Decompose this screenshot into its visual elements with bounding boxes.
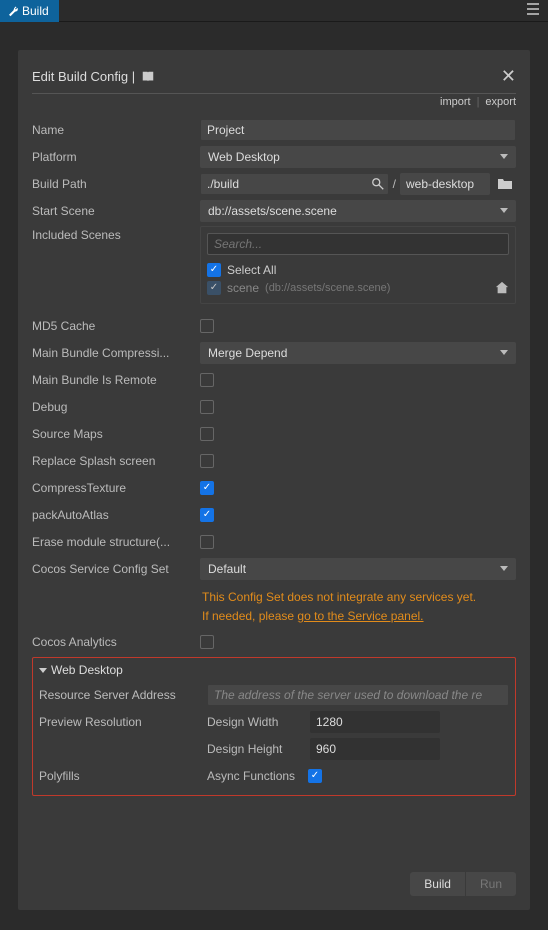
bundleremote-label: Main Bundle Is Remote xyxy=(32,373,192,387)
import-link[interactable]: import xyxy=(440,96,471,108)
menu-icon[interactable] xyxy=(518,3,548,18)
bundlecomp-label: Main Bundle Compressi... xyxy=(32,346,192,360)
bottom-bar: Build Run xyxy=(410,872,516,896)
debug-checkbox[interactable] xyxy=(200,400,214,414)
platform-label: Platform xyxy=(32,150,192,164)
web-desktop-section: Web Desktop Resource Server Address Prev… xyxy=(32,657,516,796)
service-message: This Config Set does not integrate any s… xyxy=(202,588,516,626)
packatlas-label: packAutoAtlas xyxy=(32,508,192,522)
name-input[interactable] xyxy=(200,119,516,141)
md5-label: MD5 Cache xyxy=(32,319,192,333)
name-label: Name xyxy=(32,123,192,137)
design-height-input[interactable] xyxy=(310,738,440,760)
design-width-label: Design Width xyxy=(207,715,302,729)
inclscenes-label: Included Scenes xyxy=(32,226,192,242)
erase-checkbox[interactable] xyxy=(200,535,214,549)
erase-label: Erase module structure(... xyxy=(32,535,192,549)
service-panel-link[interactable]: go to the Service panel. xyxy=(297,609,423,623)
panel-title: Edit Build Config | xyxy=(32,69,135,84)
select-all-label: Select All xyxy=(227,263,276,277)
design-width-input[interactable] xyxy=(310,711,440,733)
sourcemaps-label: Source Maps xyxy=(32,427,192,441)
form-body: Name Platform Web Desktop Build Path / w… xyxy=(32,116,516,856)
buildpath-label: Build Path xyxy=(32,177,192,191)
open-folder-button[interactable] xyxy=(494,173,516,195)
bundlecomp-value: Merge Depend xyxy=(208,346,287,360)
chevron-down-icon xyxy=(500,566,508,571)
section-title: Web Desktop xyxy=(51,663,123,677)
platform-select[interactable]: Web Desktop xyxy=(200,146,516,168)
startscene-label: Start Scene xyxy=(32,204,192,218)
build-button[interactable]: Build xyxy=(410,872,465,896)
tab-label: Build xyxy=(22,4,49,18)
section-header[interactable]: Web Desktop xyxy=(39,659,509,681)
buildpath-input[interactable] xyxy=(200,173,389,195)
included-scenes-box: Select All scene (db://assets/scene.scen… xyxy=(200,226,516,304)
splash-checkbox[interactable] xyxy=(200,454,214,468)
splash-label: Replace Splash screen xyxy=(32,454,192,468)
ressrv-label: Resource Server Address xyxy=(39,688,199,702)
select-all-checkbox[interactable] xyxy=(207,263,221,277)
separator: | xyxy=(477,96,480,108)
comptex-checkbox[interactable] xyxy=(200,481,214,495)
build-icon xyxy=(6,5,18,17)
scenes-search-input[interactable] xyxy=(207,233,509,255)
comptex-label: CompressTexture xyxy=(32,481,192,495)
sourcemaps-checkbox[interactable] xyxy=(200,427,214,441)
chevron-down-icon xyxy=(500,208,508,213)
platform-value: Web Desktop xyxy=(208,150,280,164)
build-config-panel: Edit Build Config | ✕ import | export Na… xyxy=(18,50,530,910)
ressrv-input[interactable] xyxy=(207,684,509,706)
polyfills-label: Polyfills xyxy=(39,769,199,783)
close-icon[interactable]: ✕ xyxy=(501,66,516,87)
bundlecomp-select[interactable]: Merge Depend xyxy=(200,342,516,364)
export-link[interactable]: export xyxy=(485,96,516,108)
search-icon[interactable] xyxy=(371,177,385,191)
path-separator: / xyxy=(393,177,396,191)
debug-label: Debug xyxy=(32,400,192,414)
divider xyxy=(32,93,516,94)
import-export-row: import | export xyxy=(32,96,516,108)
async-label: Async Functions xyxy=(207,769,302,783)
buildpath-suffix[interactable]: web-desktop xyxy=(400,173,490,195)
svcset-value: Default xyxy=(208,562,246,576)
analytics-label: Cocos Analytics xyxy=(32,635,192,649)
previewres-label: Preview Resolution xyxy=(39,715,199,729)
bundleremote-checkbox[interactable] xyxy=(200,373,214,387)
titlebar: Build xyxy=(0,0,548,22)
md5-checkbox[interactable] xyxy=(200,319,214,333)
svcset-label: Cocos Service Config Set xyxy=(32,562,192,576)
async-checkbox[interactable] xyxy=(308,769,322,783)
analytics-checkbox[interactable] xyxy=(200,635,214,649)
chevron-down-icon xyxy=(500,154,508,159)
tab-build[interactable]: Build xyxy=(0,0,59,22)
run-button: Run xyxy=(466,872,516,896)
svcset-select[interactable]: Default xyxy=(200,558,516,580)
design-height-label: Design Height xyxy=(207,742,302,756)
scene-path: (db://assets/scene.scene) xyxy=(265,282,390,294)
home-icon[interactable] xyxy=(495,281,509,295)
startscene-value: db://assets/scene.scene xyxy=(208,204,337,218)
chevron-down-icon xyxy=(500,350,508,355)
book-icon xyxy=(141,70,155,84)
folder-icon xyxy=(497,177,513,191)
scene-checkbox xyxy=(207,281,221,295)
startscene-select[interactable]: db://assets/scene.scene xyxy=(200,200,516,222)
panel-header: Edit Build Config | ✕ xyxy=(32,66,516,87)
chevron-down-icon xyxy=(39,668,47,673)
packatlas-checkbox[interactable] xyxy=(200,508,214,522)
scene-name: scene xyxy=(227,281,259,295)
